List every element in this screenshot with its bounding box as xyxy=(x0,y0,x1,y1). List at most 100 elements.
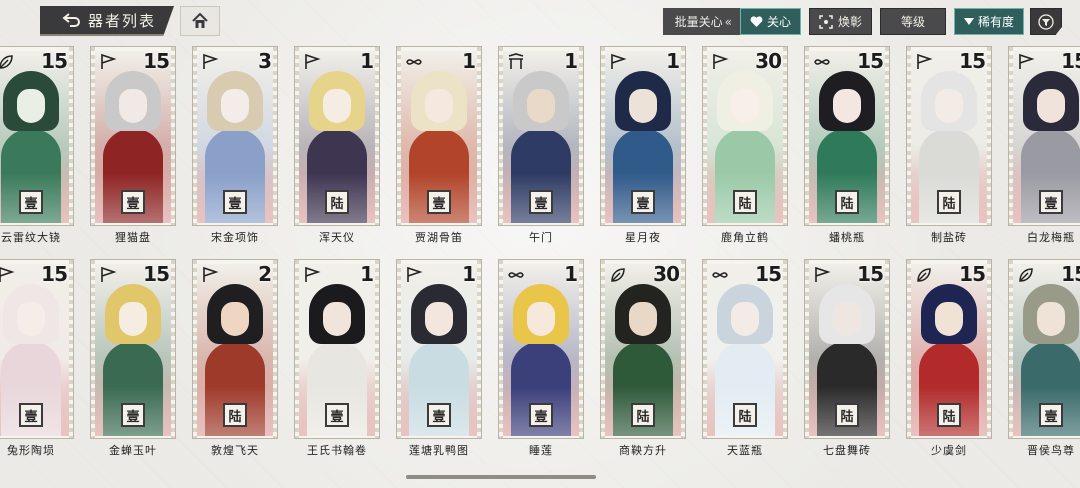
character-card[interactable]: 1 壹 贾湖骨笛 xyxy=(396,46,482,249)
knot-type-icon xyxy=(814,59,830,65)
character-card[interactable]: 2 陆 敦煌飞天 xyxy=(192,259,278,462)
ticket-edge xyxy=(681,260,685,438)
character-card[interactable]: 15 壹 白龙梅瓶 xyxy=(1008,46,1080,249)
grade-badge: 壹 xyxy=(1039,403,1063,427)
grade-badge: 壹 xyxy=(427,190,451,214)
back-button[interactable]: 器者列表 xyxy=(40,6,174,36)
portrait-face xyxy=(221,302,249,336)
sort-level-button[interactable]: 等级 xyxy=(879,8,946,35)
batch-favorite-button[interactable]: 批量关心 « xyxy=(662,8,740,35)
character-name: 少虞剑 xyxy=(931,444,967,457)
level-number: 30 xyxy=(653,262,680,286)
character-card[interactable]: 15 陆 蟠桃瓶 xyxy=(804,46,890,249)
batch-favorite-label: 批量关心 xyxy=(674,15,723,29)
back-arrow-icon xyxy=(62,13,80,27)
character-card[interactable]: 1 壹 午门 xyxy=(498,46,584,249)
ticket-edge xyxy=(69,47,73,225)
grade-badge: 陆 xyxy=(937,403,961,427)
character-name: 制盐砖 xyxy=(931,231,967,244)
character-card[interactable]: 1 陆 浑天仪 xyxy=(294,46,380,249)
character-card[interactable]: 1 壹 星月夜 xyxy=(600,46,686,249)
ticket-edge xyxy=(375,260,379,438)
portrait-face xyxy=(527,302,555,336)
scrollbar-thumb[interactable] xyxy=(406,475,596,479)
sort-rarity-button[interactable]: 稀有度 xyxy=(953,8,1024,35)
character-card[interactable]: 15 壹 晋侯鸟尊 xyxy=(1008,259,1080,462)
ticket-edge xyxy=(69,260,73,438)
portrait-face xyxy=(323,302,351,336)
character-card[interactable]: 1 壹 王氏书翰卷 xyxy=(294,259,380,462)
character-name: 商鞅方升 xyxy=(619,444,667,457)
character-card[interactable]: 15 陆 天蓝瓶 xyxy=(702,259,788,462)
grade-badge: 壹 xyxy=(325,403,349,427)
card-frame: 30 陆 xyxy=(702,46,788,226)
grade-badge: 陆 xyxy=(733,403,757,427)
grade-badge: 壹 xyxy=(121,403,145,427)
grade-badge: 陆 xyxy=(835,403,859,427)
character-name: 敦煌飞天 xyxy=(211,444,259,457)
character-name: 云雷纹大铙 xyxy=(1,231,61,244)
portrait-face xyxy=(17,302,45,336)
flag-type-icon xyxy=(1019,53,1035,69)
home-button[interactable] xyxy=(180,6,220,36)
card-frame: 1 壹 xyxy=(396,259,482,439)
favorite-button[interactable]: 关心 xyxy=(739,8,801,35)
flag-type-icon xyxy=(815,266,831,282)
knot-type-icon xyxy=(712,272,728,278)
heart-icon xyxy=(750,15,763,27)
character-name: 宋金项饰 xyxy=(211,231,259,244)
flag-type-icon xyxy=(203,53,219,69)
character-card[interactable]: 30 陆 商鞅方升 xyxy=(600,259,686,462)
leaf-type-icon xyxy=(611,268,625,282)
level-number: 15 xyxy=(959,262,986,286)
filter-button[interactable] xyxy=(1030,8,1062,35)
character-card[interactable]: 15 壹 狸猫盘 xyxy=(90,46,176,249)
ticket-edge xyxy=(885,47,889,225)
character-card[interactable]: 15 壹 兔形陶埙 xyxy=(0,259,74,462)
flag-type-icon xyxy=(203,266,219,282)
character-card[interactable]: 1 壹 莲塘乳鸭图 xyxy=(396,259,482,462)
character-card[interactable]: 3 壹 宋金项饰 xyxy=(192,46,278,249)
flag-type-icon xyxy=(917,53,933,69)
card-frame: 15 陆 xyxy=(906,259,992,439)
level-number: 1 xyxy=(564,49,578,73)
flag-type-icon xyxy=(0,266,15,282)
toolbar: 批量关心 « 关心 焕彰 等级 稀有度 xyxy=(662,8,1024,35)
level-number: 1 xyxy=(666,49,680,73)
character-card[interactable]: 15 壹 金蝉玉叶 xyxy=(90,259,176,462)
flag-type-icon xyxy=(305,53,321,69)
level-number: 2 xyxy=(258,262,272,286)
portrait-face xyxy=(935,89,963,123)
character-card[interactable]: 15 陆 七盘舞砖 xyxy=(804,259,890,462)
ticket-edge xyxy=(273,47,277,225)
card-frame: 15 壹 xyxy=(0,46,74,226)
character-card[interactable]: 30 陆 鹿角立鹤 xyxy=(702,46,788,249)
horizontal-scrollbar[interactable] xyxy=(406,475,596,479)
card-frame: 2 陆 xyxy=(192,259,278,439)
level-number: 15 xyxy=(959,49,986,73)
flag-type-icon xyxy=(101,266,117,282)
character-card[interactable]: 15 陆 少虞剑 xyxy=(906,259,992,462)
card-frame: 1 陆 xyxy=(294,46,380,226)
level-number: 15 xyxy=(143,262,170,286)
character-name: 星月夜 xyxy=(625,231,661,244)
character-card[interactable]: 15 陆 制盐砖 xyxy=(906,46,992,249)
character-name: 七盘舞砖 xyxy=(823,444,871,457)
grade-badge: 陆 xyxy=(835,190,859,214)
ticket-edge xyxy=(171,260,175,438)
card-frame: 1 壹 xyxy=(498,46,584,226)
home-icon xyxy=(192,12,208,28)
level-number: 1 xyxy=(462,262,476,286)
character-name: 兔形陶埙 xyxy=(7,444,55,457)
flag-type-icon xyxy=(305,266,321,282)
ticket-edge xyxy=(477,260,481,438)
portrait-face xyxy=(629,89,657,123)
portrait-face xyxy=(119,89,147,123)
card-frame: 15 壹 xyxy=(1008,259,1080,439)
swap-button[interactable]: 焕彰 xyxy=(808,8,872,35)
character-card[interactable]: 15 壹 云雷纹大铙 xyxy=(0,46,74,249)
batch-favorite-group: 批量关心 « 关心 xyxy=(662,8,801,35)
portrait-face xyxy=(935,302,963,336)
grade-badge: 壹 xyxy=(1039,190,1063,214)
character-card[interactable]: 1 壹 睡莲 xyxy=(498,259,584,462)
